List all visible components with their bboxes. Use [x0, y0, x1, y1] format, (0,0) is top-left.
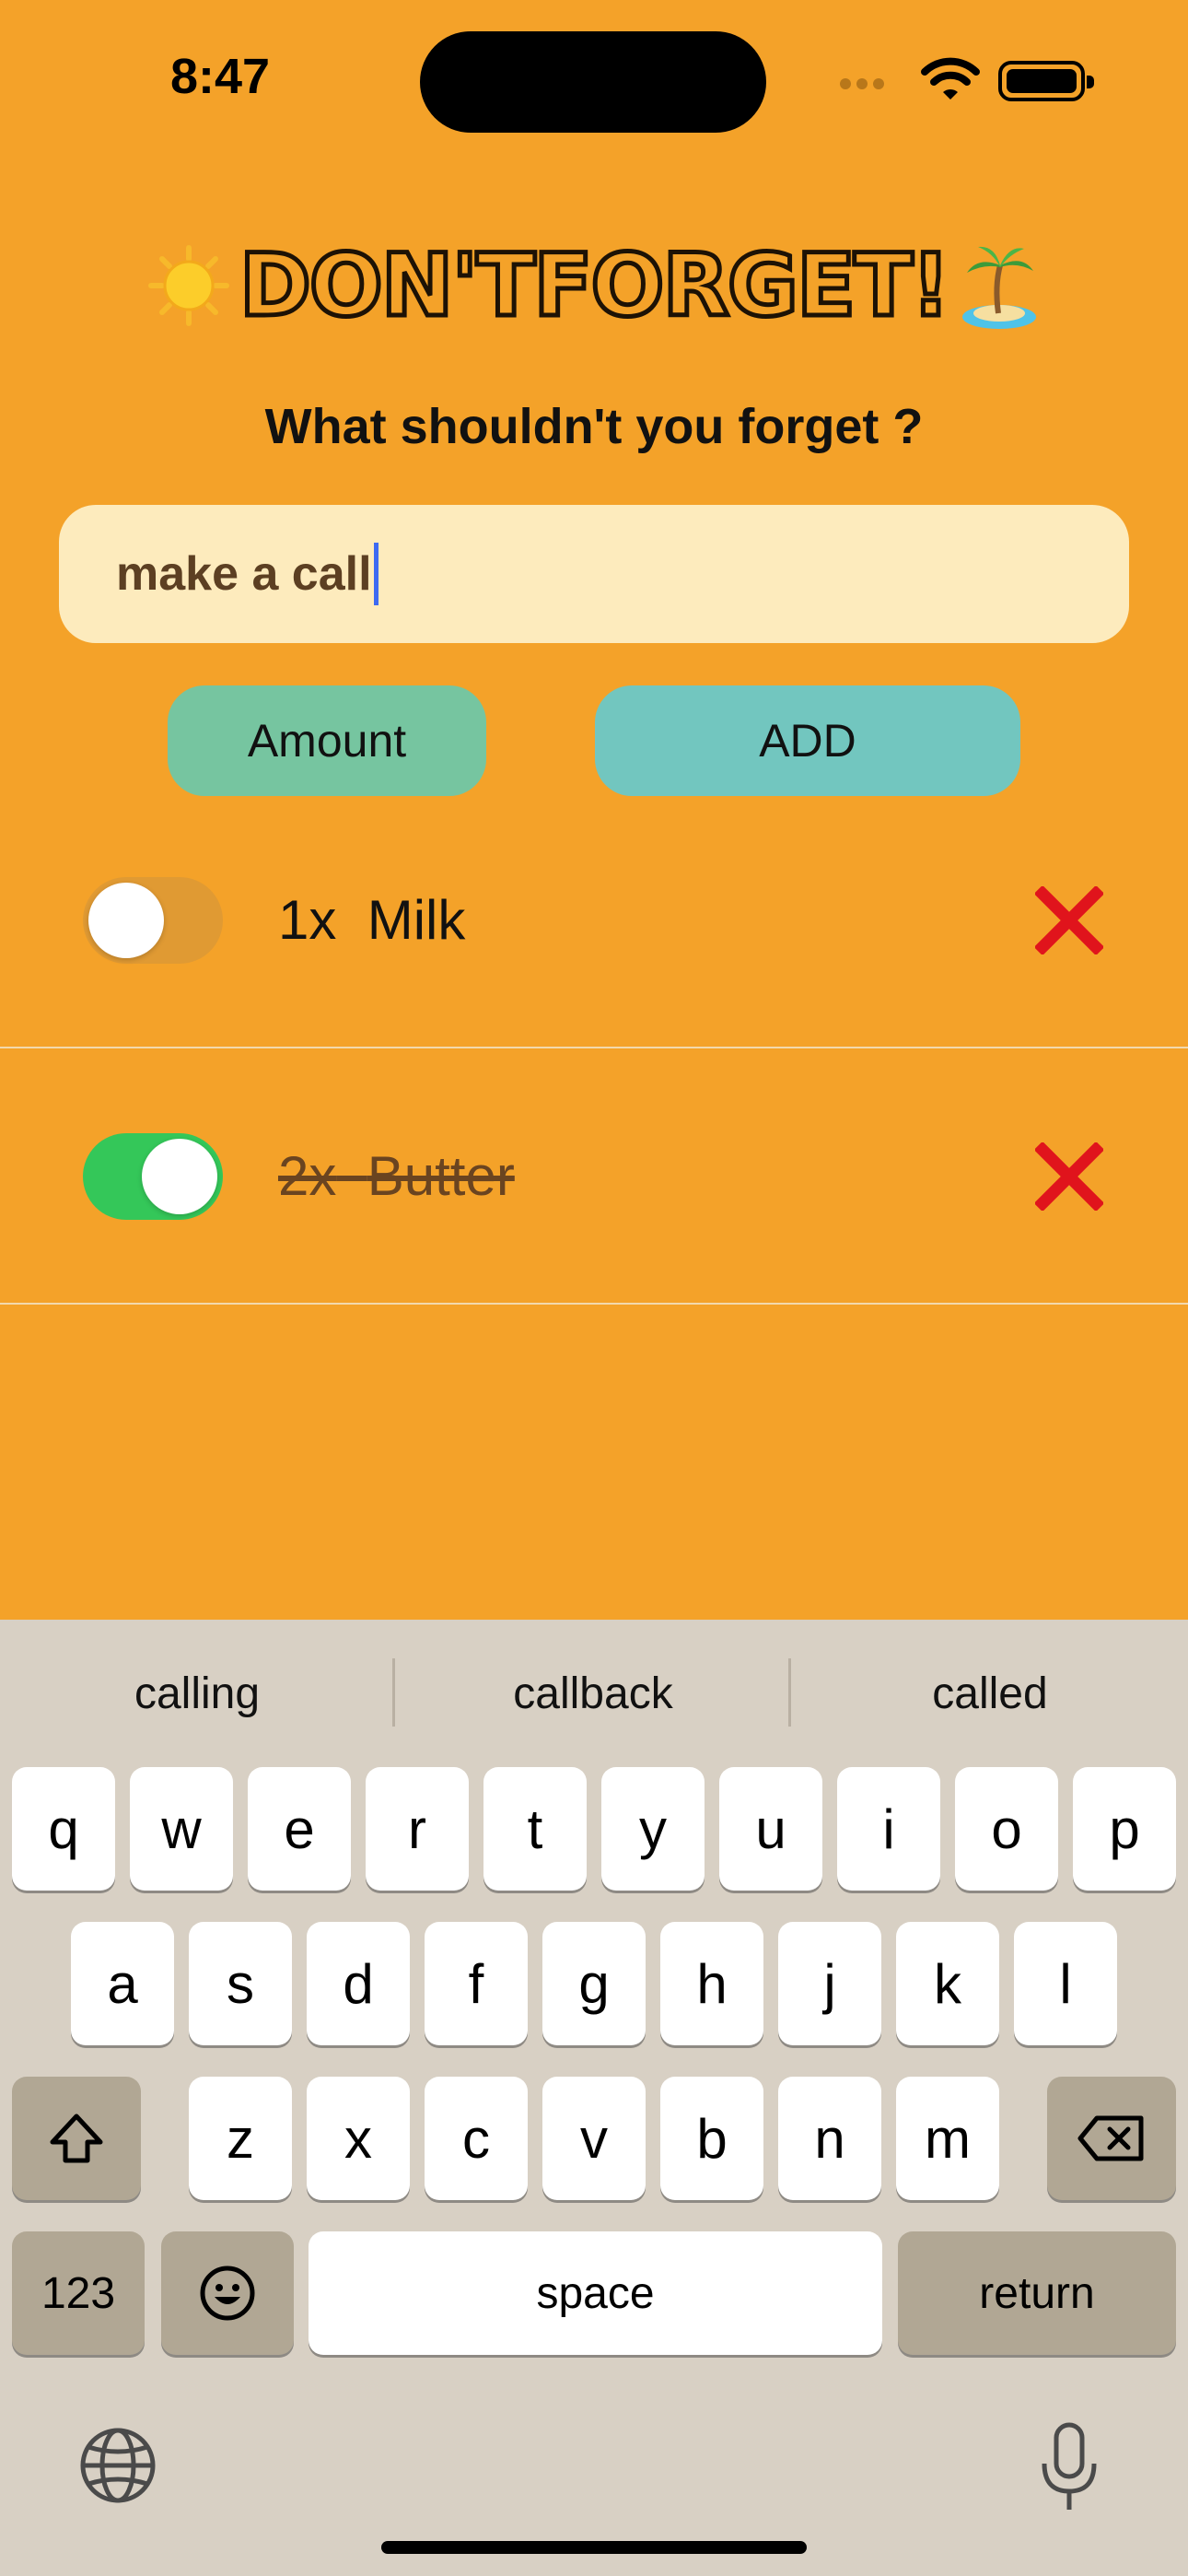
- return-key[interactable]: return: [898, 2231, 1176, 2355]
- item-input-field[interactable]: make a call: [59, 505, 1129, 643]
- key-r[interactable]: r: [366, 1767, 469, 1891]
- add-button[interactable]: ADD: [595, 685, 1020, 796]
- key-d[interactable]: d: [307, 1922, 410, 2045]
- cellular-signal-icon: [840, 77, 904, 96]
- done-toggle[interactable]: [83, 1133, 223, 1220]
- prompt-label: What shouldn't you forget ?: [264, 399, 924, 454]
- key-q[interactable]: q: [12, 1767, 115, 1891]
- item-input-value: make a call: [116, 547, 372, 601]
- key-m[interactable]: m: [896, 2077, 999, 2200]
- key-c[interactable]: c: [425, 2077, 528, 2200]
- delete-x-icon[interactable]: [1033, 1141, 1105, 1212]
- key-e[interactable]: e: [248, 1767, 351, 1891]
- done-toggle[interactable]: [83, 877, 223, 964]
- suggestion[interactable]: called: [792, 1653, 1188, 1736]
- shift-key[interactable]: [12, 2077, 141, 2200]
- item-quantity: 2x: [278, 1145, 337, 1207]
- app-title: Don'tForget!: [237, 233, 952, 338]
- key-v[interactable]: v: [542, 2077, 646, 2200]
- key-x[interactable]: x: [307, 2077, 410, 2200]
- text-cursor: [373, 543, 379, 605]
- key-f[interactable]: f: [425, 1922, 528, 2045]
- list-item: 1x Milk: [0, 790, 1188, 1048]
- key-w[interactable]: w: [130, 1767, 233, 1891]
- list-item: 2x Butter: [0, 1047, 1188, 1305]
- key-a[interactable]: a: [71, 1922, 174, 2045]
- globe-icon[interactable]: [79, 2427, 157, 2504]
- island-icon: [958, 240, 1041, 332]
- suggestion[interactable]: calling: [0, 1653, 394, 1736]
- key-t[interactable]: t: [483, 1767, 587, 1891]
- emoji-icon: [200, 2266, 255, 2321]
- app-title-row: Don'tForget!: [0, 221, 1188, 350]
- keyboard: calling callback called q w e r t y u i …: [0, 1620, 1188, 2576]
- numbers-key[interactable]: 123: [12, 2231, 145, 2355]
- key-j[interactable]: j: [778, 1922, 881, 2045]
- backspace-icon: [1077, 2115, 1144, 2161]
- item-name: Milk: [367, 889, 466, 951]
- key-g[interactable]: g: [542, 1922, 646, 2045]
- dynamic-island: [420, 31, 766, 133]
- key-z[interactable]: z: [189, 2077, 292, 2200]
- item-quantity: 1x: [278, 889, 337, 951]
- key-o[interactable]: o: [955, 1767, 1058, 1891]
- key-k[interactable]: k: [896, 1922, 999, 2045]
- status-time: 8:47: [170, 49, 271, 104]
- key-u[interactable]: u: [719, 1767, 822, 1891]
- backspace-key[interactable]: [1047, 2077, 1176, 2200]
- item-label: 2x Butter: [278, 1144, 515, 1208]
- key-l[interactable]: l: [1014, 1922, 1117, 2045]
- key-h[interactable]: h: [660, 1922, 763, 2045]
- key-i[interactable]: i: [837, 1767, 940, 1891]
- key-y[interactable]: y: [601, 1767, 705, 1891]
- amount-button[interactable]: Amount: [168, 685, 486, 796]
- key-p[interactable]: p: [1073, 1767, 1176, 1891]
- item-label: 1x Milk: [278, 888, 465, 952]
- suggestion[interactable]: callback: [396, 1653, 790, 1736]
- space-key[interactable]: space: [309, 2231, 882, 2355]
- emoji-key[interactable]: [161, 2231, 294, 2355]
- key-b[interactable]: b: [660, 2077, 763, 2200]
- sun-icon: [147, 244, 230, 327]
- delete-x-icon[interactable]: [1033, 884, 1105, 956]
- key-s[interactable]: s: [189, 1922, 292, 2045]
- battery-icon: [998, 61, 1094, 101]
- wifi-icon: [921, 57, 980, 101]
- microphone-icon[interactable]: [1039, 2421, 1100, 2513]
- home-indicator[interactable]: [381, 2541, 807, 2554]
- item-name: Butter: [367, 1145, 515, 1207]
- shift-icon: [50, 2113, 103, 2163]
- key-n[interactable]: n: [778, 2077, 881, 2200]
